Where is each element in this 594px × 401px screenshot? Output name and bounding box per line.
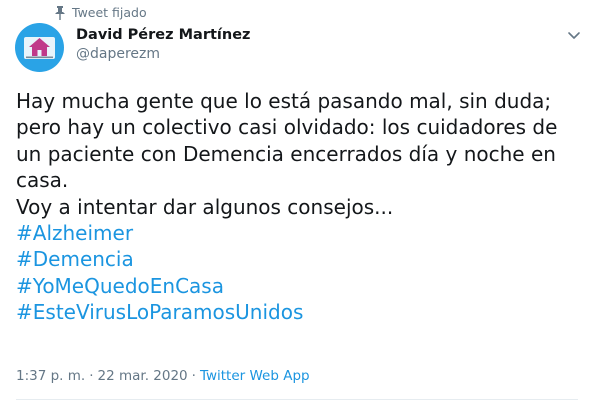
pinned-indicator: Tweet fijado xyxy=(55,4,147,20)
chevron-down-icon[interactable] xyxy=(566,28,582,42)
hashtag-link-demencia[interactable]: #Demencia xyxy=(16,246,588,272)
tweet-line: pero hay un colectivo casi olvidado: los… xyxy=(16,115,558,140)
meta-separator: · xyxy=(89,368,94,384)
hashtag-link-alzheimer[interactable]: #Alzheimer xyxy=(16,220,588,246)
tweet-meta: 1:37 p. m. · 22 mar. 2020 · Twitter Web … xyxy=(16,368,310,384)
pinned-label: Tweet fijado xyxy=(72,4,147,20)
house-logo-icon xyxy=(24,37,55,59)
hashtag-link-yomequedoencasa[interactable]: #YoMeQuedoEnCasa xyxy=(16,273,588,299)
hashtag-link-estevirus[interactable]: #EsteVirusLoParamosUnidos xyxy=(16,299,588,325)
author-name[interactable]: David Pérez Martínez xyxy=(76,26,250,45)
tweet-source-link[interactable]: Twitter Web App xyxy=(200,368,310,384)
tweet-time[interactable]: 1:37 p. m. xyxy=(16,368,85,384)
author-handle[interactable]: @daperezm xyxy=(76,45,250,64)
meta-separator: · xyxy=(191,368,196,384)
divider xyxy=(16,399,578,400)
tweet-line: casa. xyxy=(16,168,69,193)
avatar[interactable] xyxy=(15,23,64,72)
tweet-line: Hay mucha gente que lo está pasando mal,… xyxy=(16,89,552,113)
author-block[interactable]: David Pérez Martínez @daperezm xyxy=(76,26,250,64)
tweet-line: Voy a intentar dar algunos consejos... xyxy=(16,194,394,219)
pin-icon xyxy=(55,5,65,20)
tweet-text: Hay mucha gente que lo está pasando mal,… xyxy=(16,88,588,326)
tweet-line: un paciente con Demencia encerrados día … xyxy=(16,141,556,166)
tweet-date[interactable]: 22 mar. 2020 xyxy=(98,368,188,384)
